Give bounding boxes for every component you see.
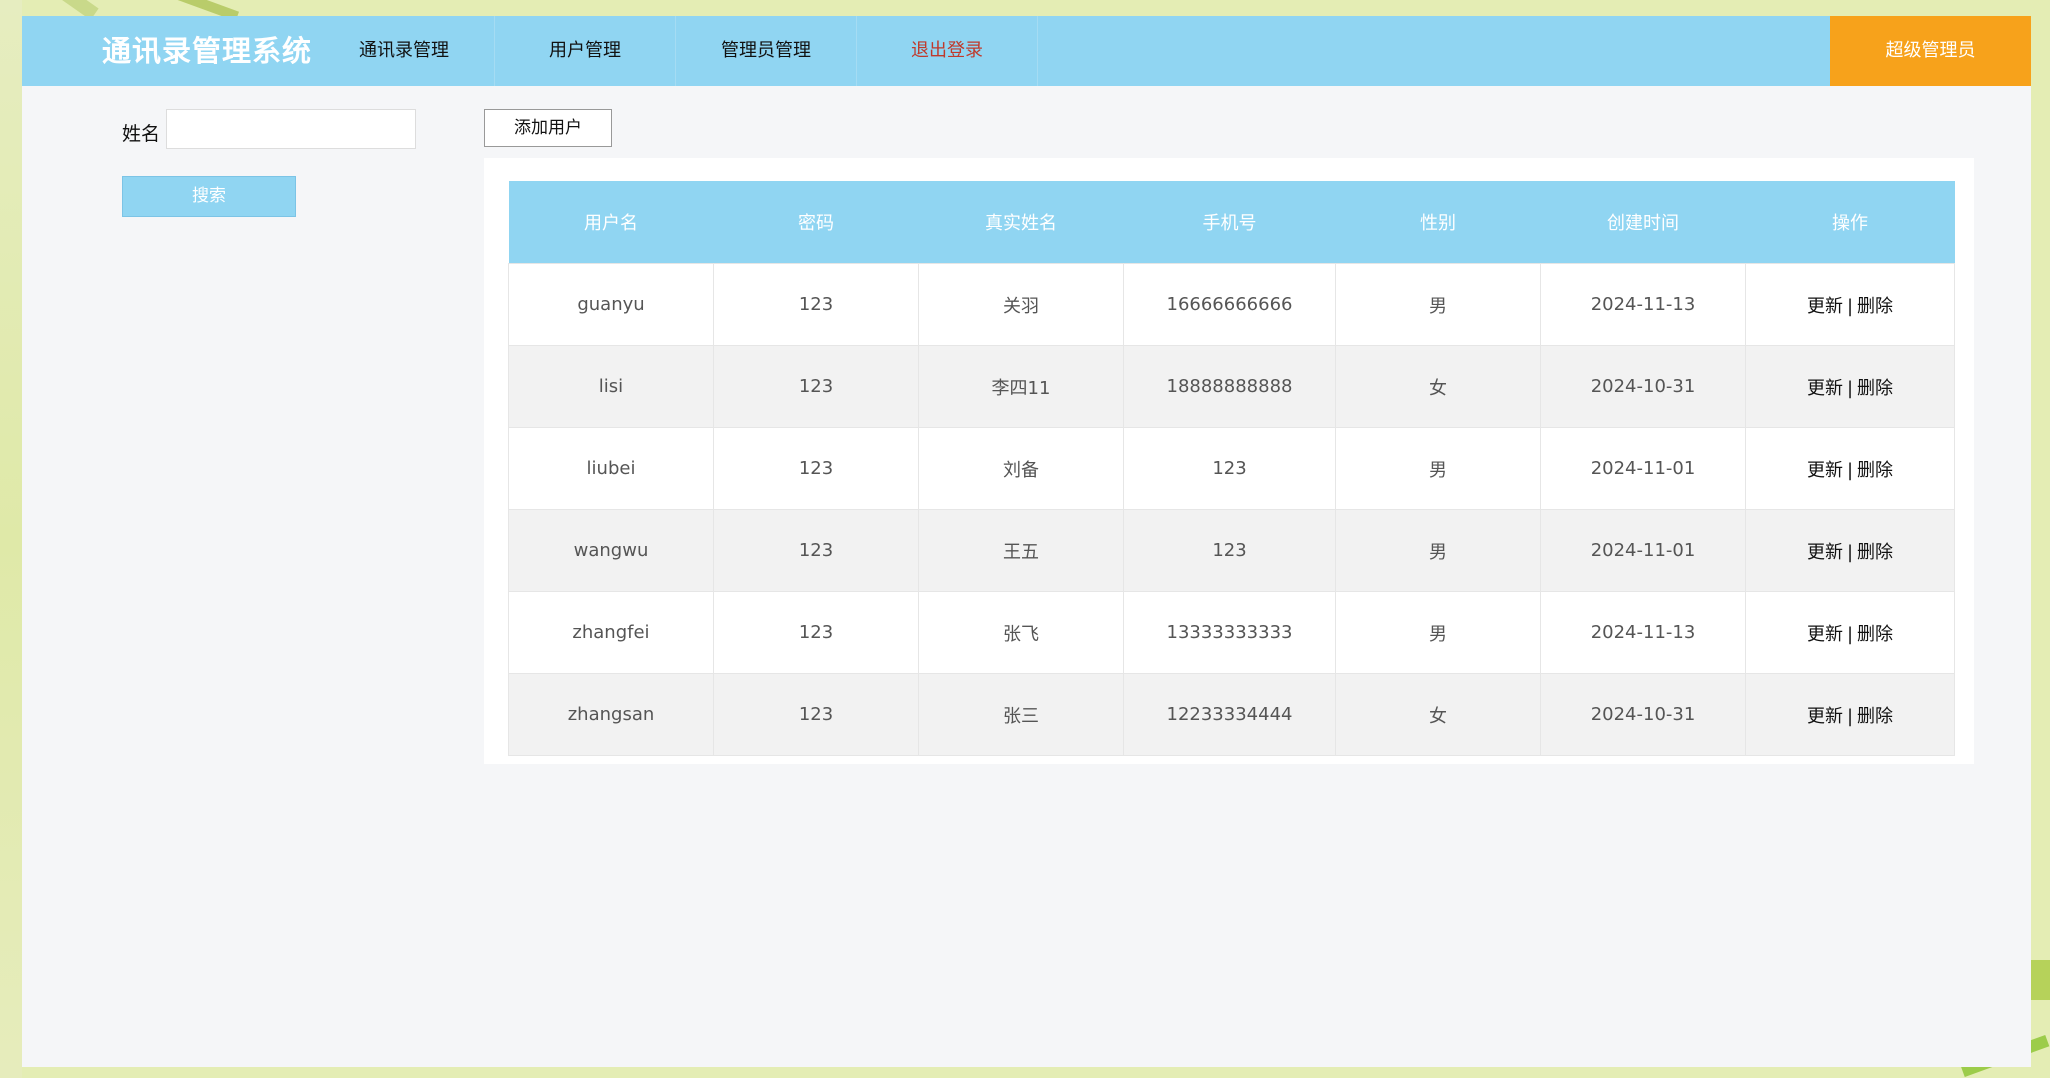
column-header-realname: 真实姓名 — [918, 181, 1124, 264]
cell-username: zhangfei — [508, 591, 714, 674]
column-header-gender: 性别 — [1335, 181, 1541, 264]
cell-username: lisi — [508, 345, 714, 428]
search-label: 姓名 — [122, 123, 161, 145]
cell-gender: 女 — [1335, 673, 1541, 756]
nav-users[interactable]: 用户管理 — [495, 16, 676, 86]
cell-created: 2024-10-31 — [1540, 345, 1746, 428]
top-navbar: 通讯录管理系统 通讯录管理 用户管理 管理员管理 退出登录 超级管理员 — [22, 16, 2031, 86]
cell-realname: 刘备 — [918, 427, 1124, 510]
cell-created: 2024-11-01 — [1540, 509, 1746, 592]
update-link[interactable]: 更新 — [1807, 706, 1843, 727]
delete-link[interactable]: 删除 — [1857, 378, 1893, 399]
update-link[interactable]: 更新 — [1807, 542, 1843, 563]
cell-realname: 张飞 — [918, 591, 1124, 674]
action-separator: | — [1846, 623, 1854, 645]
user-table-panel: 用户名 密码 真实姓名 手机号 性别 创建时间 操作 guanyu 123 关羽… — [484, 158, 1974, 764]
column-header-password: 密码 — [713, 181, 919, 264]
nav-contacts[interactable]: 通讯录管理 — [314, 16, 495, 86]
cell-password: 123 — [713, 263, 919, 346]
cell-password: 123 — [713, 673, 919, 756]
cell-phone: 12233334444 — [1123, 673, 1336, 756]
action-separator: | — [1846, 459, 1854, 481]
cell-created: 2024-10-31 — [1540, 673, 1746, 756]
table-row: lisi 123 李四11 18888888888 女 2024-10-31 更… — [508, 345, 1955, 428]
cell-realname: 张三 — [918, 673, 1124, 756]
cell-username: wangwu — [508, 509, 714, 592]
update-link[interactable]: 更新 — [1807, 378, 1843, 399]
delete-link[interactable]: 删除 — [1857, 296, 1893, 317]
cell-realname: 李四11 — [918, 345, 1124, 428]
cell-password: 123 — [713, 345, 919, 428]
name-search-input[interactable] — [166, 109, 416, 149]
user-table: 用户名 密码 真实姓名 手机号 性别 创建时间 操作 guanyu 123 关羽… — [508, 181, 1955, 756]
delete-link[interactable]: 删除 — [1857, 460, 1893, 481]
column-header-username: 用户名 — [508, 181, 714, 264]
cell-phone: 16666666666 — [1123, 263, 1336, 346]
background-leaf — [2030, 960, 2050, 1000]
cell-actions: 更新 | 删除 — [1745, 673, 1955, 756]
cell-realname: 关羽 — [918, 263, 1124, 346]
app-title: 通讯录管理系统 — [102, 34, 313, 68]
action-separator: | — [1846, 295, 1854, 317]
cell-phone: 123 — [1123, 509, 1336, 592]
cell-password: 123 — [713, 509, 919, 592]
cell-phone: 123 — [1123, 427, 1336, 510]
update-link[interactable]: 更新 — [1807, 296, 1843, 317]
cell-phone: 13333333333 — [1123, 591, 1336, 674]
table-row: wangwu 123 王五 123 男 2024-11-01 更新 | 删除 — [508, 509, 1955, 592]
column-header-created: 创建时间 — [1540, 181, 1746, 264]
cell-username: guanyu — [508, 263, 714, 346]
cell-actions: 更新 | 删除 — [1745, 591, 1955, 674]
table-row: guanyu 123 关羽 16666666666 男 2024-11-13 更… — [508, 263, 1955, 346]
role-badge[interactable]: 超级管理员 — [1830, 16, 2031, 86]
cell-gender: 男 — [1335, 591, 1541, 674]
delete-link[interactable]: 删除 — [1857, 624, 1893, 645]
cell-created: 2024-11-13 — [1540, 591, 1746, 674]
cell-username: zhangsan — [508, 673, 714, 756]
search-button[interactable]: 搜索 — [122, 176, 296, 217]
update-link[interactable]: 更新 — [1807, 460, 1843, 481]
table-row: zhangfei 123 张飞 13333333333 男 2024-11-13… — [508, 591, 1955, 674]
cell-username: liubei — [508, 427, 714, 510]
nav-logout[interactable]: 退出登录 — [857, 16, 1038, 86]
delete-link[interactable]: 删除 — [1857, 542, 1893, 563]
column-header-phone: 手机号 — [1123, 181, 1336, 264]
cell-actions: 更新 | 删除 — [1745, 509, 1955, 592]
cell-actions: 更新 | 删除 — [1745, 427, 1955, 510]
delete-link[interactable]: 删除 — [1857, 706, 1893, 727]
cell-password: 123 — [713, 427, 919, 510]
background-edge — [0, 0, 22, 1078]
cell-password: 123 — [713, 591, 919, 674]
cell-gender: 女 — [1335, 345, 1541, 428]
cell-gender: 男 — [1335, 427, 1541, 510]
add-user-button[interactable]: 添加用户 — [484, 109, 612, 147]
table-row: zhangsan 123 张三 12233334444 女 2024-10-31… — [508, 673, 1955, 756]
action-separator: | — [1846, 541, 1854, 563]
cell-created: 2024-11-13 — [1540, 263, 1746, 346]
table-row: liubei 123 刘备 123 男 2024-11-01 更新 | 删除 — [508, 427, 1955, 510]
cell-phone: 18888888888 — [1123, 345, 1336, 428]
action-separator: | — [1846, 377, 1854, 399]
table-header-row: 用户名 密码 真实姓名 手机号 性别 创建时间 操作 — [508, 181, 1955, 264]
update-link[interactable]: 更新 — [1807, 624, 1843, 645]
action-separator: | — [1846, 705, 1854, 727]
cell-gender: 男 — [1335, 509, 1541, 592]
cell-created: 2024-11-01 — [1540, 427, 1746, 510]
cell-realname: 王五 — [918, 509, 1124, 592]
column-header-actions: 操作 — [1745, 181, 1955, 264]
nav-admins[interactable]: 管理员管理 — [676, 16, 857, 86]
app-window: 通讯录管理系统 通讯录管理 用户管理 管理员管理 退出登录 超级管理员 姓名 搜… — [22, 16, 2031, 1067]
cell-actions: 更新 | 删除 — [1745, 345, 1955, 428]
cell-gender: 男 — [1335, 263, 1541, 346]
cell-actions: 更新 | 删除 — [1745, 263, 1955, 346]
